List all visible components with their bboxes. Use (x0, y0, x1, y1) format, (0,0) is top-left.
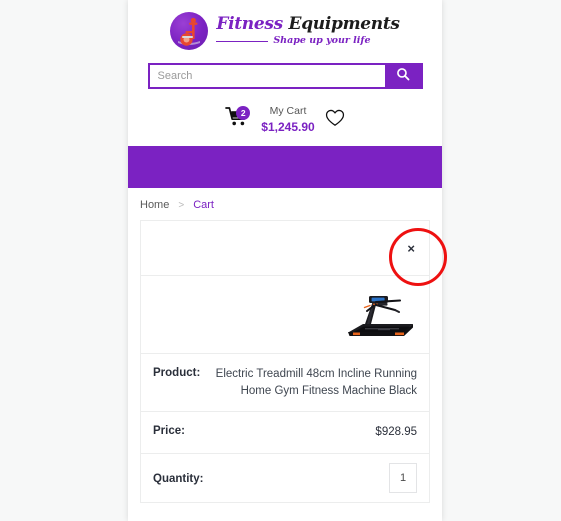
breadcrumb: Home > Cart (128, 188, 442, 220)
product-label: Product: (153, 367, 201, 379)
logo-title-equipments: Equipments (288, 14, 400, 35)
quantity-label: Quantity: (153, 472, 204, 485)
cart-row-image (141, 276, 429, 354)
search-icon (396, 67, 410, 86)
site-logo[interactable]: Fitness Equipments Shape up your life (128, 0, 442, 52)
price-label: Price: (153, 425, 185, 438)
cart-summary-bar: 2 My Cart $1,245.90 (128, 103, 442, 137)
breadcrumb-cart-link[interactable]: Cart (193, 199, 214, 211)
exercise-bike-icon (170, 12, 209, 50)
page-container: Fitness Equipments Shape up your life Se… (128, 0, 442, 521)
cart-row-price: Price: $928.95 (141, 412, 429, 455)
wishlist-button[interactable] (325, 109, 345, 132)
search-input[interactable] (147, 63, 385, 89)
product-value: Electric Treadmill 48cm Incline Running … (215, 368, 417, 397)
logo-title: Fitness Equipments (216, 14, 400, 35)
logo-title-fitness: Fitness (216, 14, 283, 35)
logo-tagline: Shape up your life (273, 35, 371, 47)
logo-tagline-row: Shape up your life (216, 36, 399, 46)
cart-item-table: × Product: Electric Treadmill 48cm Incli… (140, 220, 430, 504)
logo-text-block: Fitness Equipments Shape up your life (216, 14, 400, 46)
cart-row-quantity: Quantity: (141, 454, 429, 504)
breadcrumb-home-link[interactable]: Home (140, 199, 169, 211)
cart-text-block[interactable]: My Cart $1,245.90 (261, 105, 314, 135)
logo-divider-rule (216, 40, 269, 42)
remove-item-button[interactable]: × (407, 242, 415, 255)
search-bar (128, 63, 442, 89)
search-wrapper (147, 63, 423, 89)
cart-total-amount: $1,245.90 (261, 120, 315, 135)
quantity-input[interactable] (389, 463, 417, 494)
price-value: $928.95 (375, 426, 417, 439)
search-button[interactable] (384, 63, 423, 89)
cart-icon-button[interactable]: 2 (225, 106, 251, 132)
cart-row-remove: × (141, 221, 429, 276)
main-navigation-bar[interactable] (128, 146, 442, 188)
electric-treadmill-image[interactable] (343, 288, 417, 342)
cart-label: My Cart (269, 104, 307, 117)
heart-icon (325, 109, 345, 132)
cart-row-product: Product: Electric Treadmill 48cm Incline… (141, 354, 429, 413)
breadcrumb-separator-icon: > (178, 199, 185, 211)
